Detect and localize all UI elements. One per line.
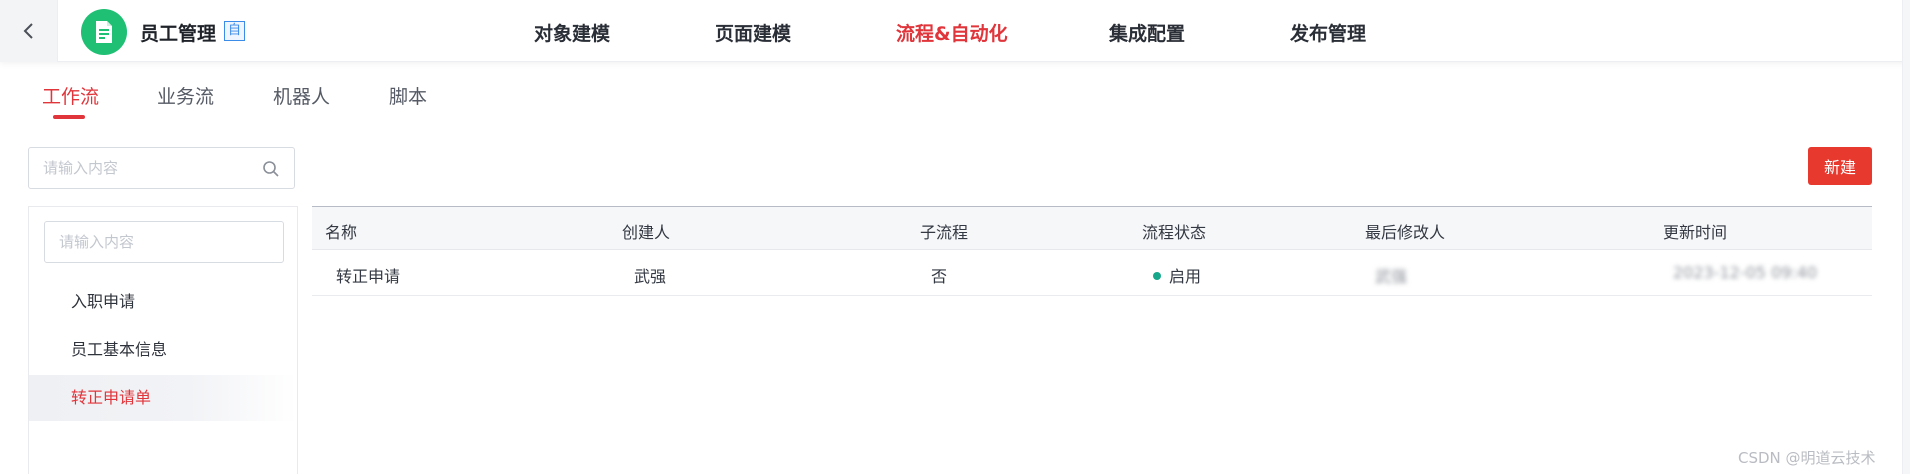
status-label: 启用	[1169, 267, 1202, 286]
watermark: CSDN @明道云技术	[1738, 449, 1876, 467]
search-box	[28, 147, 295, 189]
tree-item-probation-form[interactable]: 转正申请单	[29, 375, 297, 421]
nav-process-automation[interactable]: 流程&自动化	[896, 19, 1008, 46]
tab-workflow[interactable]: 工作流	[42, 82, 99, 109]
search-icon[interactable]	[262, 160, 280, 178]
table-header: 名称 创建人 子流程 流程状态 最后修改人 更新时间	[312, 206, 1872, 250]
cell-updated: 2023-12-05 09:40	[1673, 263, 1818, 282]
cell-status: 启用	[1153, 263, 1201, 287]
tab-robot[interactable]: 机器人	[273, 82, 330, 109]
cell-subflow: 否	[931, 267, 948, 286]
column-header-updated[interactable]: 更新时间	[1663, 219, 1727, 243]
tab-script[interactable]: 脚本	[389, 82, 427, 109]
column-header-creator[interactable]: 创建人	[622, 219, 670, 243]
new-button[interactable]: 新建	[1808, 147, 1872, 185]
chevron-left-icon	[23, 23, 33, 39]
cell-modifier: 武强	[1375, 267, 1408, 286]
column-header-subflow[interactable]: 子流程	[920, 219, 968, 243]
status-dot-icon	[1153, 271, 1161, 280]
nav-publish-management[interactable]: 发布管理	[1290, 19, 1366, 46]
nav-page-modeling[interactable]: 页面建模	[715, 19, 791, 46]
cell-creator: 武强	[634, 267, 667, 286]
back-button[interactable]	[0, 0, 58, 62]
app-logo	[81, 9, 127, 55]
tree-search-box	[44, 221, 284, 263]
column-header-status[interactable]: 流程状态	[1142, 219, 1206, 243]
top-bar: 员工管理 自 对象建模 页面建模 流程&自动化 集成配置 发布管理	[0, 0, 1910, 62]
tree-search-input[interactable]	[45, 222, 283, 262]
nav-object-modeling[interactable]: 对象建模	[534, 19, 610, 46]
tree-item-employee-info[interactable]: 员工基本信息	[29, 327, 297, 373]
scrollbar[interactable]	[1902, 0, 1910, 474]
workflow-tree-panel: 入职申请 员工基本信息 转正申请单	[28, 206, 298, 474]
table-row[interactable]: 转正申请 武强 否 启用 武强 2023-12-05 09:40	[312, 250, 1872, 296]
tree-item-onboarding[interactable]: 入职申请	[29, 279, 297, 325]
search-input[interactable]	[29, 148, 294, 188]
column-header-name[interactable]: 名称	[325, 219, 357, 243]
app-title: 员工管理	[140, 23, 217, 45]
nav-integration-config[interactable]: 集成配置	[1109, 19, 1185, 46]
cell-name[interactable]: 转正申请	[336, 263, 400, 287]
active-tab-indicator	[53, 115, 85, 119]
app-type-badge: 自	[224, 21, 245, 41]
document-icon	[96, 21, 112, 43]
tab-business-flow[interactable]: 业务流	[157, 82, 214, 109]
column-header-modifier[interactable]: 最后修改人	[1365, 219, 1445, 243]
